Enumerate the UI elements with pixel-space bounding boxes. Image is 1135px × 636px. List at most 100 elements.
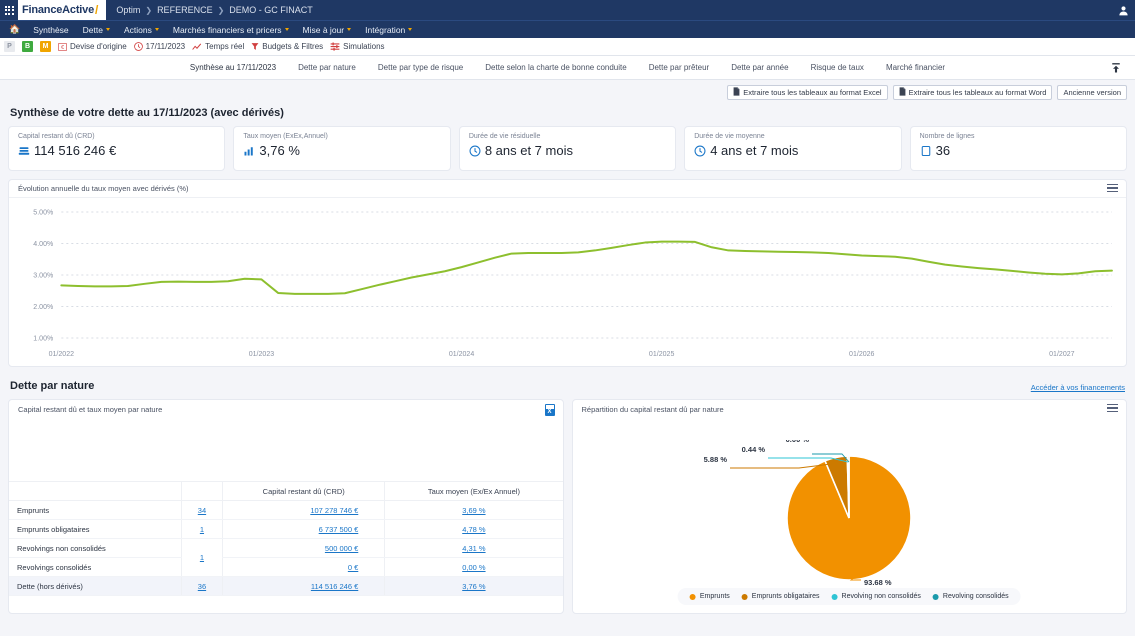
home-icon[interactable]: 🏠	[4, 24, 25, 35]
count-link[interactable]: 1	[200, 553, 204, 562]
menu-item-synthese[interactable]: Synthèse	[27, 21, 74, 39]
svg-text:5.00%: 5.00%	[33, 210, 53, 217]
svg-text:€: €	[61, 44, 64, 50]
filter-budgets[interactable]: Budgets & Filtres	[251, 42, 323, 51]
legend-label: Revolving non consolidés	[842, 593, 921, 600]
legend-item-emprunts-obligataires[interactable]: Emprunts obligataires	[742, 593, 820, 600]
nature-table: Capital restant dû (CRD) Taux moyen (Ex/…	[9, 481, 563, 596]
menu-item-marches[interactable]: Marchés financiers et pricers	[167, 21, 295, 39]
filter-icon	[251, 42, 259, 51]
rate-link[interactable]: 4,31 %	[462, 544, 485, 553]
breadcrumb-item-1[interactable]: REFERENCE	[157, 5, 213, 15]
crd-link[interactable]: 6 737 500 €	[319, 525, 359, 534]
kpi-value: 36	[936, 143, 950, 158]
tab-risque-de-taux[interactable]: Risque de taux	[811, 63, 864, 72]
chevron-right-icon: ❯	[145, 6, 152, 15]
menu-item-mise-a-jour[interactable]: Mise à jour	[297, 21, 358, 39]
badge-p[interactable]: P	[4, 41, 15, 52]
tab-dette-par-annee[interactable]: Dette par année	[731, 63, 788, 72]
tab-dette-par-type-de-risque[interactable]: Dette par type de risque	[378, 63, 463, 72]
filter-devise[interactable]: € Devise d'origine	[58, 42, 127, 51]
legend-item-emprunts[interactable]: Emprunts	[690, 593, 730, 600]
count-link[interactable]: 36	[198, 582, 206, 591]
app-launcher-button[interactable]	[0, 6, 18, 15]
rate-link[interactable]: 3,69 %	[462, 506, 485, 515]
cell-rate: 3,76 %	[385, 577, 563, 596]
badge-b[interactable]: B	[22, 41, 33, 52]
cell-nature: Revolvings non consolidés	[9, 539, 181, 558]
filter-simulations[interactable]: Simulations	[330, 42, 384, 51]
menu-item-actions[interactable]: Actions	[118, 21, 165, 39]
svg-text:4.00%: 4.00%	[33, 241, 53, 248]
document-icon	[733, 87, 740, 98]
filter-label: Devise d'origine	[70, 42, 127, 51]
chevron-down-icon	[347, 28, 351, 31]
old-version-button[interactable]: Ancienne version	[1057, 85, 1127, 100]
rate-link[interactable]: 4,78 %	[462, 525, 485, 534]
legend-item-revolving-non-consolides[interactable]: Revolving non consolidés	[832, 593, 921, 600]
document-icon	[920, 145, 932, 157]
crd-link[interactable]: 107 278 746 €	[310, 506, 358, 515]
tab-marche-financier[interactable]: Marché financier	[886, 63, 945, 72]
kpi-card-taux-moyen: Taux moyen (ExEx,Annuel) 3,76 %	[233, 126, 450, 171]
breadcrumb-item-2[interactable]: DEMO - GC FINACT	[229, 5, 313, 15]
tab-strip: Synthèse au 17/11/2023 Dette par nature …	[0, 56, 1135, 80]
menu-item-label: Dette	[83, 25, 103, 35]
line-chart: 1.00%2.00%3.00%4.00%5.00%01/202201/20230…	[9, 198, 1126, 366]
chevron-right-icon: ❯	[218, 6, 225, 15]
svg-text:0.44 %: 0.44 %	[742, 445, 766, 454]
breadcrumb-item-0[interactable]: Optim	[116, 5, 140, 15]
pie-chart: 93.68 %5.88 %0.44 %0.00 %	[573, 440, 1127, 595]
count-link[interactable]: 34	[198, 506, 206, 515]
legend-dot	[933, 594, 939, 600]
menu-item-dette[interactable]: Dette	[77, 21, 116, 39]
crd-link[interactable]: 500 000 €	[325, 544, 358, 553]
page-title: Synthèse de votre dette au 17/11/2023 (a…	[10, 107, 1127, 119]
collapse-panel-button[interactable]	[1107, 59, 1125, 77]
financements-link[interactable]: Accéder à vos financements	[1031, 383, 1125, 392]
chart-menu-button[interactable]	[1107, 184, 1118, 192]
svg-text:01/2022: 01/2022	[49, 351, 75, 358]
rate-link[interactable]: 3,76 %	[462, 582, 485, 591]
cell-rate: 4,78 %	[385, 520, 563, 539]
legend-item-revolving-consolides[interactable]: Revolving consolidés	[933, 593, 1009, 600]
rate-link[interactable]: 0,00 %	[462, 563, 485, 572]
count-link[interactable]: 1	[200, 525, 204, 534]
user-account-button[interactable]	[1118, 0, 1129, 20]
tab-dette-charte[interactable]: Dette selon la charte de bonne conduite	[485, 63, 626, 72]
chart-menu-button[interactable]	[1107, 404, 1118, 412]
filter-label: 17/11/2023	[146, 42, 185, 51]
breadcrumb: Optim ❯ REFERENCE ❯ DEMO - GC FINACT	[106, 5, 312, 15]
logo[interactable]: FinanceActive /	[18, 0, 106, 20]
export-word-button[interactable]: Extraire tous les tableaux au format Wor…	[893, 85, 1053, 100]
pie-panel-title: Répartition du capital restant dû par na…	[582, 405, 724, 414]
table-total-row: Dette (hors dérivés) 36 114 516 246 € 3,…	[9, 577, 563, 596]
kpi-label: Durée de vie moyenne	[694, 133, 891, 140]
filter-temps-reel[interactable]: Temps réel	[192, 42, 244, 51]
kpi-value: 4 ans et 7 mois	[710, 143, 798, 158]
tab-synthese[interactable]: Synthèse au 17/11/2023	[190, 63, 276, 72]
export-excel-button[interactable]: Extraire tous les tableaux au format Exc…	[727, 85, 887, 100]
user-icon	[1118, 5, 1129, 16]
export-word-label: Extraire tous les tableaux au format Wor…	[909, 88, 1047, 97]
page-content: Synthèse de votre dette au 17/11/2023 (a…	[0, 107, 1135, 614]
tab-dette-par-nature[interactable]: Dette par nature	[298, 63, 356, 72]
crd-link[interactable]: 0 €	[348, 563, 358, 572]
filter-date[interactable]: 17/11/2023	[134, 42, 185, 51]
kpi-card-duree-moyenne: Durée de vie moyenne 4 ans et 7 mois	[684, 126, 901, 171]
col-nature	[9, 482, 181, 501]
brand-bar: FinanceActive / Optim ❯ REFERENCE ❯ DEMO…	[0, 0, 1135, 20]
svg-text:93.68 %: 93.68 %	[864, 578, 892, 587]
svg-text:0.00 %: 0.00 %	[786, 440, 810, 444]
crd-link[interactable]: 114 516 246 €	[311, 582, 358, 591]
line-chart-card: Évolution annuelle du taux moyen avec dé…	[8, 179, 1127, 367]
menu-item-integration[interactable]: Intégration	[359, 21, 418, 39]
tab-dette-par-preteur[interactable]: Dette par prêteur	[649, 63, 709, 72]
badge-m[interactable]: M	[40, 41, 51, 52]
svg-text:01/2027: 01/2027	[1049, 351, 1075, 358]
cell-rate: 3,69 %	[385, 501, 563, 520]
currency-icon: €	[58, 43, 67, 51]
cell-nature: Emprunts	[9, 501, 181, 520]
export-excel-icon[interactable]: X	[545, 404, 555, 416]
export-toolbar: Extraire tous les tableaux au format Exc…	[0, 80, 1135, 104]
